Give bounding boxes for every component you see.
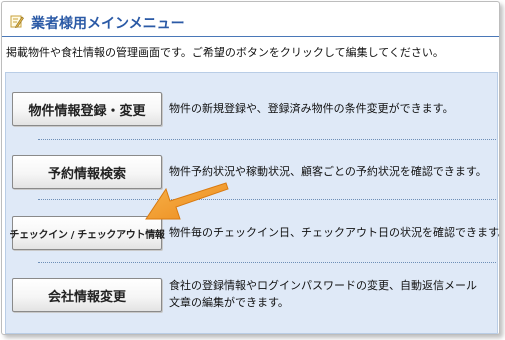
- menu-panel: 物件情報登録・変更 物件の新規登録や、登録済み物件の条件変更ができます。 予約情…: [5, 72, 500, 334]
- checkin-checkout-text: 物件毎のチェックイン日、チェックアウト日の状況を確認できます。: [169, 226, 500, 239]
- property-register-text: 物件の新規登録や、登録済み物件の条件変更ができます。: [169, 102, 454, 115]
- main-menu-window: 業者様用メインメニュー 掲載物件や食社情報の管理画面です。ご希望のボタンをクリッ…: [1, 1, 500, 335]
- property-register-button[interactable]: 物件情報登録・変更: [12, 92, 162, 126]
- company-info-text-line1: 食社の登録情報やログインパスワードの変更、自動返信メール: [169, 279, 477, 292]
- header: 業者様用メインメニュー: [2, 2, 499, 37]
- divider: [38, 199, 496, 200]
- reservation-search-button[interactable]: 予約情報検索: [12, 155, 162, 189]
- reservation-search-text: 物件予約状況や稼動状況、顧客ごとの予約状況を確認できます。: [169, 165, 487, 178]
- page-description: 掲載物件や食社情報の管理画面です。ご希望のボタンをクリックして編集してください。: [6, 46, 444, 59]
- page-title: 業者様用メインメニュー: [31, 16, 185, 32]
- divider: [38, 139, 496, 140]
- company-info-button[interactable]: 会社情報変更: [12, 278, 162, 312]
- checkin-checkout-button[interactable]: チェックイン / チェックアウト情報: [9, 216, 165, 250]
- company-info-text-line2: 文章の編集ができます。: [169, 296, 289, 309]
- divider: [38, 262, 496, 263]
- memo-pencil-icon: [10, 15, 24, 28]
